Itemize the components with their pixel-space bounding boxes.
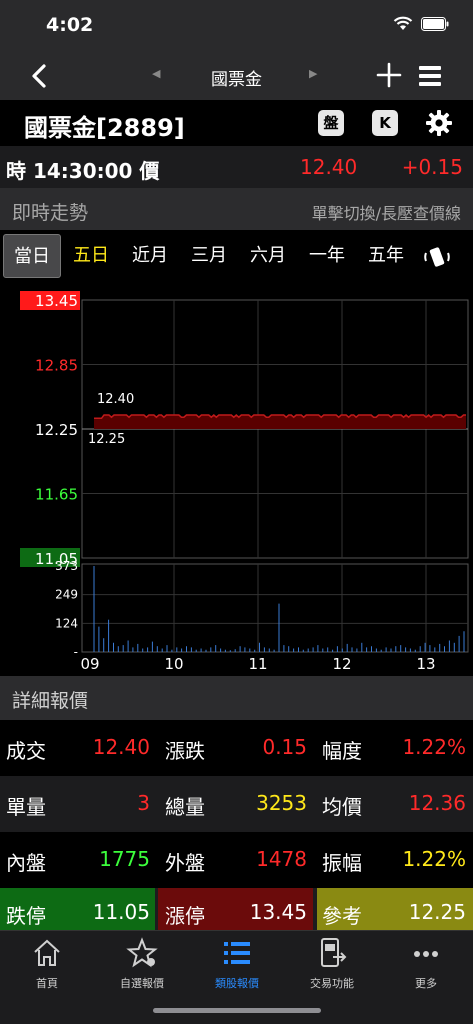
gear-icon[interactable]: [425, 109, 453, 137]
intraday-title: 即時走勢: [12, 202, 89, 224]
detail-value: 12.40: [92, 735, 150, 759]
detail-label: 幅度: [322, 739, 362, 763]
detail-label: 外盤: [165, 851, 205, 875]
tab-trade[interactable]: 交易功能: [285, 937, 379, 991]
tab-three-month[interactable]: 三月: [180, 234, 238, 278]
time-axis-label: 11: [248, 655, 267, 673]
detail-label: 單量: [6, 795, 46, 819]
detail-label: 跌停: [6, 904, 46, 928]
detail-row: 單量 3 總量 3253 均價 12.36: [0, 776, 473, 832]
quote-time-label: 時 14:30:00 價: [6, 159, 160, 183]
stock-name: 國票金[2889]: [24, 114, 185, 142]
tab-one-year[interactable]: 一年: [298, 234, 356, 278]
volume-axis-label: 124: [55, 616, 78, 630]
detail-row: 內盤 1775 外盤 1478 振幅 1.22%: [0, 832, 473, 888]
detail-value: 12.25: [408, 900, 466, 924]
tab-more[interactable]: 更多: [379, 937, 473, 991]
next-stock-icon[interactable]: ▶: [309, 67, 317, 80]
detail-value: 3: [137, 791, 150, 815]
tab-home[interactable]: 首頁: [0, 937, 94, 991]
detail-value: 0.15: [262, 735, 307, 759]
tab-five-day[interactable]: 五日: [62, 234, 120, 278]
detail-label: 內盤: [6, 851, 46, 875]
home-indicator: [153, 1008, 321, 1013]
nav-title: 國票金: [211, 70, 262, 90]
tab-six-month[interactable]: 六月: [239, 234, 297, 278]
volume-axis-label: 373: [55, 559, 78, 573]
price-axis-label: 11.65: [35, 486, 78, 504]
quote-row: 時 14:30:00 價 12.40 +0.15: [0, 146, 473, 188]
intraday-header: 即時走勢 單擊切換/長壓查價線: [0, 188, 473, 230]
volume-axis-label: 249: [55, 588, 78, 602]
price-axis-label: 12.85: [35, 357, 78, 375]
trade-icon: [321, 938, 347, 967]
k-chart-button[interactable]: K: [372, 110, 398, 136]
tab-more-label: 更多: [415, 977, 437, 990]
detail-value: 12.36: [408, 791, 466, 815]
pan-button[interactable]: 盤: [318, 110, 344, 136]
detail-header: 詳細報價: [0, 676, 473, 720]
detail-row: 跌停 11.05 漲停 13.45 參考 12.25: [0, 888, 473, 930]
detail-row: 成交 12.40 漲跌 0.15 幅度 1.22%: [0, 720, 473, 776]
tab-sector-label: 類股報價: [215, 977, 259, 990]
volume-panel-frame: [81, 563, 469, 653]
time-axis-label: 13: [416, 655, 435, 673]
nav-bar: ◀ 國票金 ▶: [0, 52, 473, 100]
status-icons: [393, 16, 449, 31]
tab-watchlist-label: 自選報價: [120, 977, 164, 990]
detail-label: 漲停: [165, 904, 205, 928]
detail-value: 1.22%: [402, 735, 466, 759]
tab-sector[interactable]: 類股報價: [190, 937, 284, 991]
detail-value: 1.22%: [402, 847, 466, 871]
wifi-icon: [393, 16, 413, 30]
price-area: [94, 415, 466, 429]
intraday-chart[interactable]: 13.4512.8512.2511.6511.05373249124-09 10 1…: [0, 286, 473, 676]
quote-change: +0.15: [401, 155, 463, 179]
add-icon[interactable]: [376, 62, 402, 88]
battery-icon: [421, 16, 449, 31]
menu-icon[interactable]: [418, 64, 442, 88]
detail-value: 11.05: [92, 900, 150, 924]
detail-title: 詳細報價: [12, 690, 89, 712]
time-axis-label: 09: [80, 655, 99, 673]
tab-home-label: 首頁: [36, 977, 58, 990]
detail-value: 13.45: [249, 900, 307, 924]
detail-value: 3253: [256, 791, 307, 815]
price-axis-label: 13.45: [35, 292, 78, 310]
detail-label: 成交: [6, 739, 46, 763]
detail-label: 均價: [322, 795, 362, 819]
detail-label: 振幅: [322, 851, 362, 875]
stock-header: 國票金[2889] 盤 K: [0, 100, 473, 146]
status-time: 4:02: [46, 14, 94, 36]
tab-month[interactable]: 近月: [121, 234, 179, 278]
more-icon: [414, 951, 438, 957]
period-tabs: 當日 五日 近月 三月 六月 一年 五年: [0, 230, 473, 282]
home-icon: [34, 939, 60, 966]
tab-trade-label: 交易功能: [310, 977, 354, 990]
star-icon: [126, 937, 158, 968]
status-bar: 4:02: [0, 0, 473, 52]
detail-label: 漲跌: [165, 739, 205, 763]
rotate-screen-icon[interactable]: [423, 243, 451, 271]
detail-label: 總量: [165, 795, 205, 819]
price-high-label: 12.40: [97, 392, 134, 407]
detail-value: 1775: [99, 847, 150, 871]
tab-watchlist[interactable]: 自選報價: [95, 937, 189, 991]
intraday-hint: 單擊切換/長壓查價線: [311, 204, 461, 223]
tab-five-year[interactable]: 五年: [357, 234, 415, 278]
time-axis-label: 10: [164, 655, 183, 673]
quote-price: 12.40: [300, 155, 358, 179]
tab-day[interactable]: 當日: [3, 234, 61, 278]
detail-value: 1478: [256, 847, 307, 871]
volume-axis-label: -: [74, 645, 78, 659]
time-axis-label: 12: [332, 655, 351, 673]
list-icon: [224, 942, 250, 964]
price-ref-label: 12.25: [88, 432, 125, 447]
detail-label: 參考: [322, 904, 362, 928]
price-axis-label: 12.25: [35, 421, 78, 439]
